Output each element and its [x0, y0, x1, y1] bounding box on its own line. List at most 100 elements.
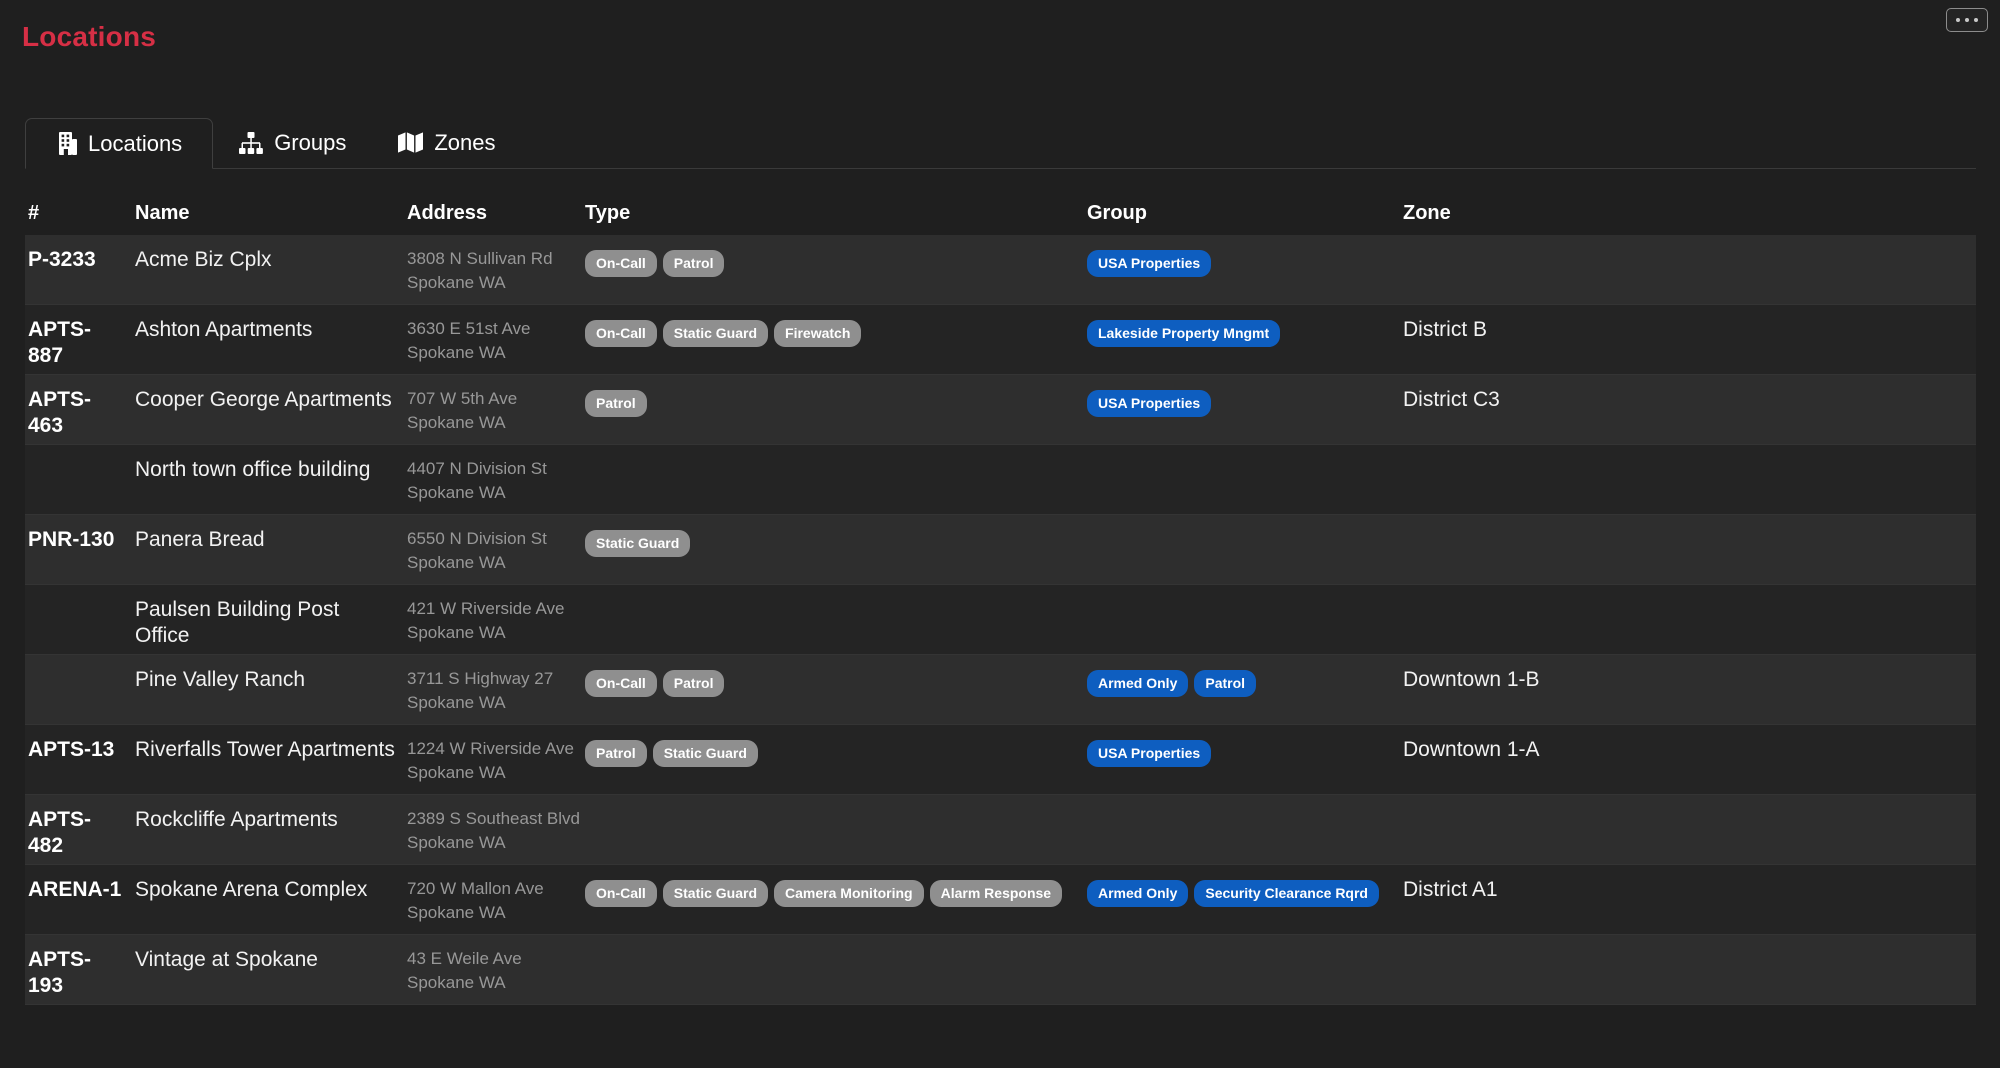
type-chip-list: Static Guard — [585, 527, 1077, 557]
group-chip[interactable]: Security Clearance Rqrd — [1194, 880, 1379, 907]
cell-number: ARENA-1 — [25, 877, 135, 903]
type-chip[interactable]: Patrol — [585, 740, 647, 767]
address-city: Spokane WA — [407, 971, 575, 995]
overflow-menu-button[interactable] — [1946, 8, 1988, 32]
table-row[interactable]: P-3233Acme Biz Cplx3808 N Sullivan RdSpo… — [25, 235, 1976, 305]
type-chip[interactable]: Patrol — [585, 390, 647, 417]
table-header-row: # Name Address Type Group Zone — [25, 192, 1976, 235]
column-header-name[interactable]: Name — [135, 202, 407, 225]
cell-zone: District A1 — [1403, 877, 1976, 903]
type-chip[interactable]: Static Guard — [585, 530, 690, 557]
group-chip[interactable]: Armed Only — [1087, 670, 1188, 697]
cell-type — [585, 597, 1087, 600]
table-row[interactable]: APTS-193 Vintage at Spokane 43 E Weile Ave… — [25, 935, 1976, 1005]
cell-group: USA Properties — [1087, 387, 1403, 417]
cell-name: Panera Bread — [135, 527, 407, 553]
location-name: Panera Bread — [135, 527, 397, 553]
cell-group — [1087, 457, 1403, 460]
location-number: ARENA-1 — [28, 877, 125, 903]
type-chip[interactable]: On-Call — [585, 670, 657, 697]
column-header-group[interactable]: Group — [1087, 202, 1403, 225]
table-row[interactable]: North town office building4407 N Divisio… — [25, 445, 1976, 515]
location-number: APTS-13 — [28, 737, 125, 763]
type-chip-list — [585, 807, 1077, 810]
tab-locations[interactable]: Locations — [25, 118, 213, 169]
cell-address: 2389 S Southeast BlvdSpokane WA — [407, 807, 585, 855]
table-row[interactable]: ARENA-1Spokane Arena Complex720 W Mallon… — [25, 865, 1976, 935]
location-number: APTS-482 — [28, 807, 125, 859]
table-row[interactable]: APTS-13Riverfalls Tower Apartments1224 W… — [25, 725, 1976, 795]
cell-zone: Downtown 1-A — [1403, 737, 1976, 763]
location-number: APTS-193 — [28, 947, 125, 999]
group-chip[interactable]: USA Properties — [1087, 250, 1211, 277]
column-header-number[interactable]: # — [25, 202, 135, 225]
cell-address: 1224 W Riverside AveSpokane WA — [407, 737, 585, 785]
column-header-address[interactable]: Address — [407, 202, 585, 225]
cell-group: Armed OnlyPatrol — [1087, 667, 1403, 697]
table-row[interactable]: APTS-482Rockcliffe Apartments2389 S Sout… — [25, 795, 1976, 865]
address-street: 1224 W Riverside Ave — [407, 737, 575, 761]
type-chip-list: On-CallPatrol — [585, 247, 1077, 277]
type-chip[interactable]: Patrol — [663, 250, 725, 277]
building-icon — [56, 132, 77, 155]
tab-bar: Locations Groups — [25, 118, 1976, 169]
group-chip-list: USA Properties — [1087, 247, 1393, 277]
cell-type — [585, 947, 1087, 950]
column-header-type[interactable]: Type — [585, 202, 1087, 225]
group-chip-list — [1087, 807, 1393, 810]
group-chip[interactable]: Armed Only — [1087, 880, 1188, 907]
locations-table: # Name Address Type Group Zone P-3233Acm… — [25, 192, 1976, 1005]
page-title: Locations — [22, 20, 156, 54]
cell-type: On-CallPatrol — [585, 247, 1087, 277]
group-chip[interactable]: Lakeside Property Mngmt — [1087, 320, 1280, 347]
cell-type: Patrol — [585, 387, 1087, 417]
location-number: APTS-463 — [28, 387, 125, 439]
group-chip-list — [1087, 457, 1393, 460]
address-city: Spokane WA — [407, 831, 575, 855]
tab-groups[interactable]: Groups — [213, 117, 372, 168]
table-row[interactable]: Pine Valley Ranch3711 S Highway 27Spokan… — [25, 655, 1976, 725]
group-chip[interactable]: USA Properties — [1087, 740, 1211, 767]
address-city: Spokane WA — [407, 411, 575, 435]
type-chip[interactable]: Static Guard — [653, 740, 758, 767]
table-row[interactable]: APTS-463Cooper George Apartments707 W 5t… — [25, 375, 1976, 445]
cell-type — [585, 457, 1087, 460]
type-chip[interactable]: Static Guard — [663, 880, 768, 907]
type-chip[interactable]: Patrol — [663, 670, 725, 697]
address-street: 2389 S Southeast Blvd — [407, 807, 575, 831]
cell-group — [1087, 807, 1403, 810]
type-chip[interactable]: On-Call — [585, 320, 657, 347]
type-chip-list: On-CallStatic GuardCamera MonitoringAlar… — [585, 877, 1077, 907]
address-street: 6550 N Division St — [407, 527, 575, 551]
zone-value: Downtown 1-B — [1403, 667, 1966, 693]
table-row[interactable]: PNR-130Panera Bread6550 N Division StSpo… — [25, 515, 1976, 585]
group-chip-list: USA Properties — [1087, 387, 1393, 417]
type-chip[interactable]: On-Call — [585, 880, 657, 907]
cell-zone: District C3 — [1403, 387, 1976, 413]
location-name: Acme Biz Cplx — [135, 247, 397, 273]
cell-group: USA Properties — [1087, 247, 1403, 277]
type-chip[interactable]: Camera Monitoring — [774, 880, 924, 907]
zone-value: District A1 — [1403, 877, 1966, 903]
address-city: Spokane WA — [407, 621, 575, 645]
group-chip[interactable]: Patrol — [1194, 670, 1256, 697]
cell-type: PatrolStatic Guard — [585, 737, 1087, 767]
column-header-zone[interactable]: Zone — [1403, 202, 1976, 225]
type-chip[interactable]: Alarm Response — [930, 880, 1062, 907]
cell-group — [1087, 947, 1403, 950]
group-chip-list: USA Properties — [1087, 737, 1393, 767]
location-name: Vintage at Spokane — [135, 947, 397, 973]
table-row[interactable]: Paulsen Building Post Office421 W Rivers… — [25, 585, 1976, 655]
table-row[interactable]: APTS-887Ashton Apartments3630 E 51st Ave… — [25, 305, 1976, 375]
type-chip[interactable]: On-Call — [585, 250, 657, 277]
address-city: Spokane WA — [407, 901, 575, 925]
address-city: Spokane WA — [407, 341, 575, 365]
cell-name: Pine Valley Ranch — [135, 667, 407, 693]
cell-address: 43 E Weile AveSpokane WA — [407, 947, 585, 995]
group-chip[interactable]: USA Properties — [1087, 390, 1211, 417]
tab-zones[interactable]: Zones — [372, 117, 521, 168]
type-chip-list — [585, 947, 1077, 950]
tab-label: Locations — [88, 131, 182, 157]
type-chip[interactable]: Firewatch — [774, 320, 861, 347]
type-chip[interactable]: Static Guard — [663, 320, 768, 347]
